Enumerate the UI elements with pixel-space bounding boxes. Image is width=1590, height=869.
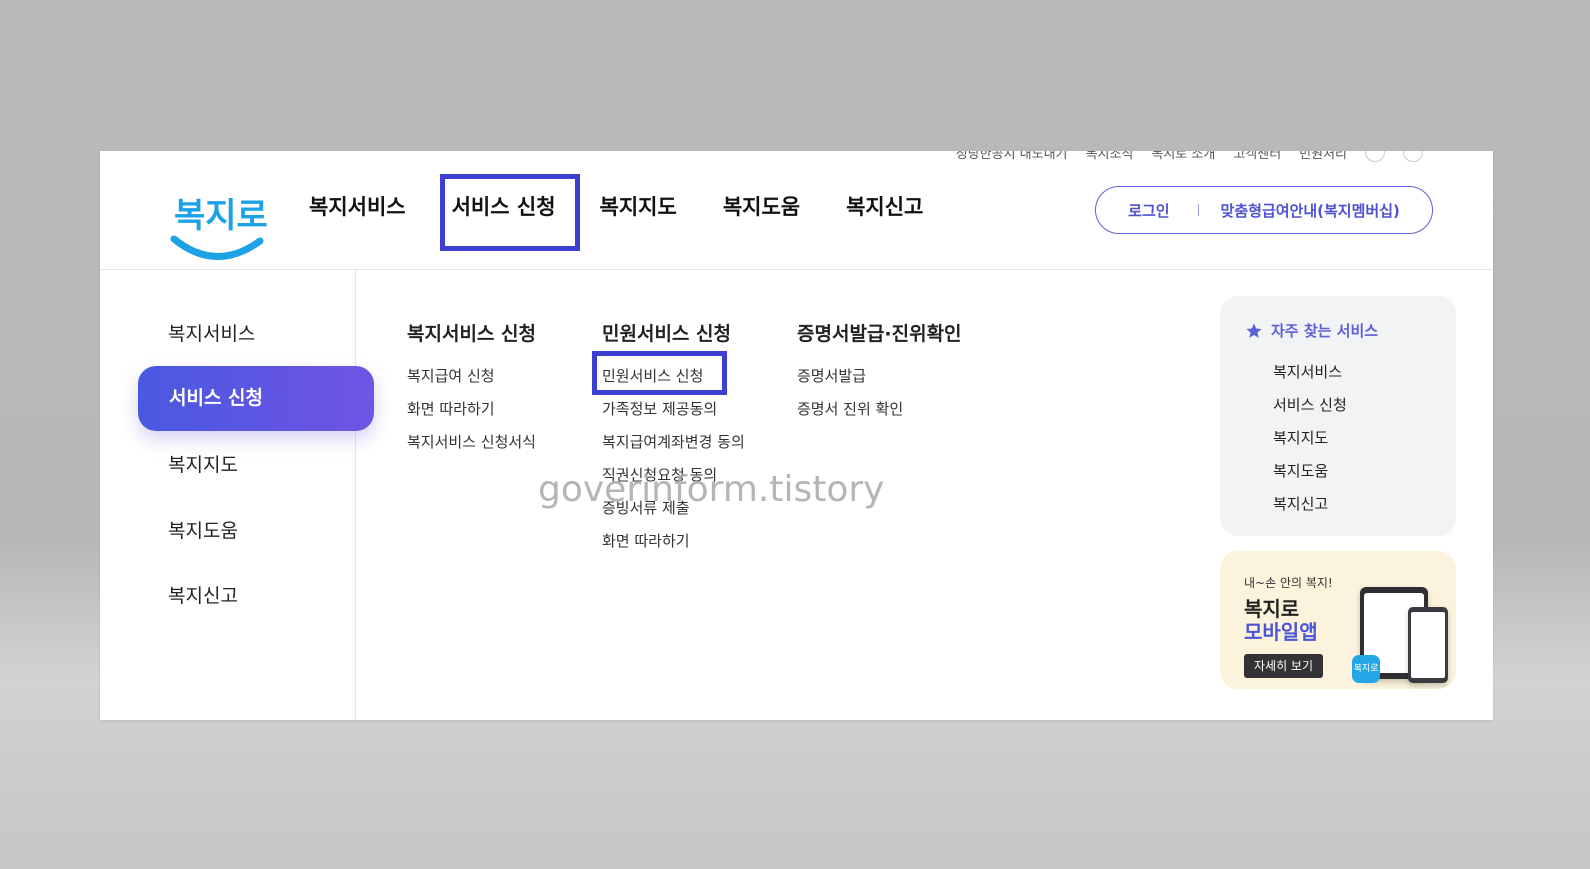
- submenu-link[interactable]: 증명서 진위 확인: [797, 393, 962, 426]
- mobile-app-banner[interactable]: 내~손 안의 복지! 복지로 모바일앱 자세히 보기 복지로: [1220, 551, 1456, 689]
- app-details-button[interactable]: 자세히 보기: [1244, 654, 1324, 678]
- app-icon: 복지로: [1352, 655, 1380, 683]
- gnb-item-welfare-service[interactable]: 복지서비스: [309, 191, 406, 223]
- app-tagline: 내~손 안의 복지!: [1244, 576, 1333, 590]
- submenu-link-civil-service-apply[interactable]: 민원서비스 신청: [602, 360, 745, 393]
- submenu-column-civil-apply: 민원서비스 신청 민원서비스 신청 가족정보 제공동의 복지급여계좌변경 동의 …: [602, 319, 745, 558]
- site-logo[interactable]: 복지로: [170, 181, 268, 271]
- submenu-column-certificate: 증명서발급·진위확인 증명서발급 증명서 진위 확인: [797, 319, 962, 426]
- sidebar-item-welfare-help[interactable]: 복지도움: [168, 516, 238, 543]
- submenu-link[interactable]: 가족정보 제공동의: [602, 393, 745, 426]
- gnb-item-welfare-map[interactable]: 복지지도: [600, 191, 677, 223]
- login-link[interactable]: 로그인: [1128, 200, 1169, 221]
- star-icon: [1246, 323, 1262, 338]
- membership-link[interactable]: 맞춤형급여안내(복지멤버십): [1221, 200, 1400, 221]
- app-subtitle: 모바일앱: [1244, 620, 1318, 644]
- submenu-link[interactable]: 복지급여 신청: [407, 360, 536, 393]
- gnb-item-service-apply[interactable]: 서비스 신청: [452, 191, 556, 223]
- submenu-column-welfare-apply: 복지서비스 신청 복지급여 신청 화면 따라하기 복지서비스 신청서식: [407, 319, 536, 459]
- global-nav: 복지서비스 서비스 신청 복지지도 복지도움 복지신고: [302, 191, 923, 223]
- submenu-link[interactable]: 화면 따라하기: [602, 525, 745, 558]
- submenu-link[interactable]: 복지급여계좌변경 동의: [602, 426, 745, 459]
- favorites-title-label: 자주 찾는 서비스: [1271, 322, 1379, 340]
- mega-menu-panel: 정당한공지 내도내기 복지조직 복지로 소개 고객센터 민원처리 복지로 복지서…: [100, 151, 1493, 720]
- favorites-box: 자주 찾는 서비스 복지서비스 서비스 신청 복지지도 복지도움 복지신고: [1220, 296, 1456, 536]
- watermark: goverinform.tistory: [538, 469, 885, 510]
- divider: [1197, 204, 1199, 216]
- favorites-item[interactable]: 서비스 신청: [1273, 389, 1347, 422]
- submenu-link[interactable]: 복지서비스 신청서식: [407, 426, 536, 459]
- sidebar-item-welfare-report[interactable]: 복지신고: [168, 581, 238, 608]
- bokjiro-logo-icon: 복지로: [170, 196, 268, 260]
- phone-mockup-small-icon: [1408, 607, 1448, 683]
- gnb-item-welfare-report[interactable]: 복지신고: [846, 191, 923, 223]
- submenu-link[interactable]: 화면 따라하기: [407, 393, 536, 426]
- favorites-item[interactable]: 복지지도: [1273, 422, 1347, 455]
- submenu-title[interactable]: 복지서비스 신청: [407, 319, 536, 346]
- gnb-item-welfare-help[interactable]: 복지도움: [723, 191, 800, 223]
- favorites-title: 자주 찾는 서비스: [1245, 320, 1378, 341]
- favorites-item[interactable]: 복지신고: [1273, 488, 1347, 521]
- login-membership-pill: 로그인 맞춤형급여안내(복지멤버십): [1095, 186, 1433, 234]
- submenu-title[interactable]: 민원서비스 신청: [602, 319, 745, 346]
- sidebar-item-welfare-service[interactable]: 복지서비스: [168, 319, 255, 346]
- sidebar: 복지서비스 서비스 신청 복지지도 복지도움 복지신고: [100, 269, 374, 720]
- favorites-item[interactable]: 복지서비스: [1273, 356, 1347, 389]
- favorites-item[interactable]: 복지도움: [1273, 455, 1347, 488]
- svg-text:복지로: 복지로: [174, 196, 268, 236]
- submenu-link[interactable]: 증명서발급: [797, 360, 962, 393]
- sidebar-item-service-apply[interactable]: 서비스 신청: [138, 366, 374, 431]
- site-header: 복지로 복지서비스 서비스 신청 복지지도 복지도움 복지신고 로그인 맞춤형급…: [100, 151, 1493, 270]
- favorites-list: 복지서비스 서비스 신청 복지지도 복지도움 복지신고: [1273, 356, 1347, 521]
- submenu-title[interactable]: 증명서발급·진위확인: [797, 319, 962, 346]
- sidebar-item-welfare-map[interactable]: 복지지도: [168, 450, 238, 477]
